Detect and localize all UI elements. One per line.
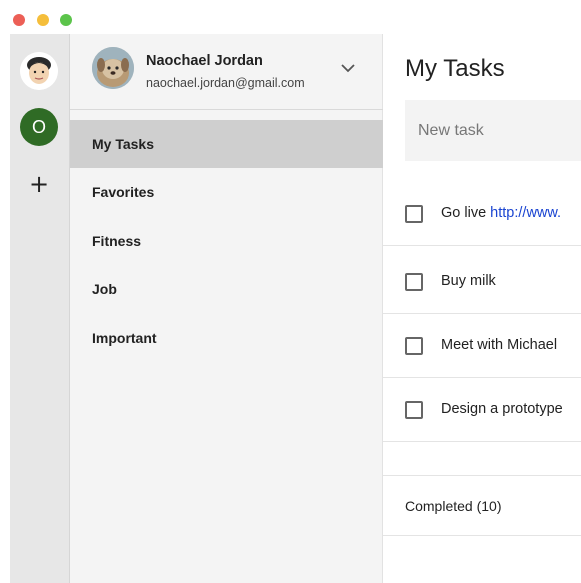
task-label: Go live http://www.	[441, 205, 561, 221]
sidebar-item-favorites[interactable]: Favorites	[70, 168, 383, 216]
task-checkbox[interactable]	[405, 401, 423, 419]
memoji-avatar-icon[interactable]	[20, 52, 58, 90]
plus-icon: +	[28, 170, 50, 198]
account-name: Naochael Jordan	[146, 53, 263, 69]
close-window-button[interactable]	[13, 14, 25, 26]
sidebar-item-label: Fitness	[92, 233, 142, 249]
task-text: Go live	[441, 205, 491, 221]
task-link[interactable]: http://www.	[490, 205, 561, 221]
completed-label: Completed (10)	[405, 498, 502, 514]
task-row[interactable]: Go live http://www.	[383, 182, 581, 246]
task-checkbox[interactable]	[405, 205, 423, 223]
account-initial: O	[31, 116, 46, 137]
window-titlebar	[0, 0, 581, 34]
sidebar-item-label: Job	[92, 281, 117, 297]
add-account-button[interactable]: +	[26, 172, 52, 198]
task-checkbox[interactable]	[405, 273, 423, 291]
task-list-panel: My Tasks Go live http://www. Buy milk Me…	[383, 34, 581, 583]
sidebar-item-label: Important	[92, 330, 157, 346]
chevron-down-icon[interactable]	[340, 62, 356, 74]
sidebar-item-label: Favorites	[92, 184, 155, 200]
task-row[interactable]: Buy milk	[383, 250, 581, 314]
account-rail: O +	[10, 34, 70, 583]
sidebar: Naochael Jordan naochael.jordan@gmail.co…	[70, 34, 383, 583]
maximize-window-button[interactable]	[60, 14, 72, 26]
minimize-window-button[interactable]	[37, 14, 49, 26]
profile-photo-avatar	[92, 47, 134, 89]
task-row[interactable]: Design a prototype	[383, 378, 581, 442]
account-email: naochael.jordan@gmail.com	[146, 76, 305, 90]
task-row[interactable]: Meet with Michael	[383, 314, 581, 378]
sidebar-item-fitness[interactable]: Fitness	[70, 217, 383, 265]
completed-section-toggle[interactable]: Completed (10)	[383, 475, 581, 536]
account-header[interactable]: Naochael Jordan naochael.jordan@gmail.co…	[70, 34, 383, 110]
sidebar-item-job[interactable]: Job	[70, 265, 383, 313]
new-task-input[interactable]	[405, 100, 581, 161]
sidebar-item-my-tasks[interactable]: My Tasks	[70, 120, 383, 168]
sidebar-item-label: My Tasks	[92, 136, 154, 152]
task-text: Buy milk	[441, 273, 496, 289]
task-checkbox[interactable]	[405, 337, 423, 355]
account-switch-button[interactable]: O	[20, 108, 58, 146]
task-text: Meet with Michael	[441, 337, 558, 353]
new-task-field[interactable]	[405, 100, 581, 161]
sidebar-item-important[interactable]: Important	[70, 314, 383, 362]
page-title: My Tasks	[405, 55, 505, 82]
task-text: Design a prototype	[441, 401, 563, 417]
